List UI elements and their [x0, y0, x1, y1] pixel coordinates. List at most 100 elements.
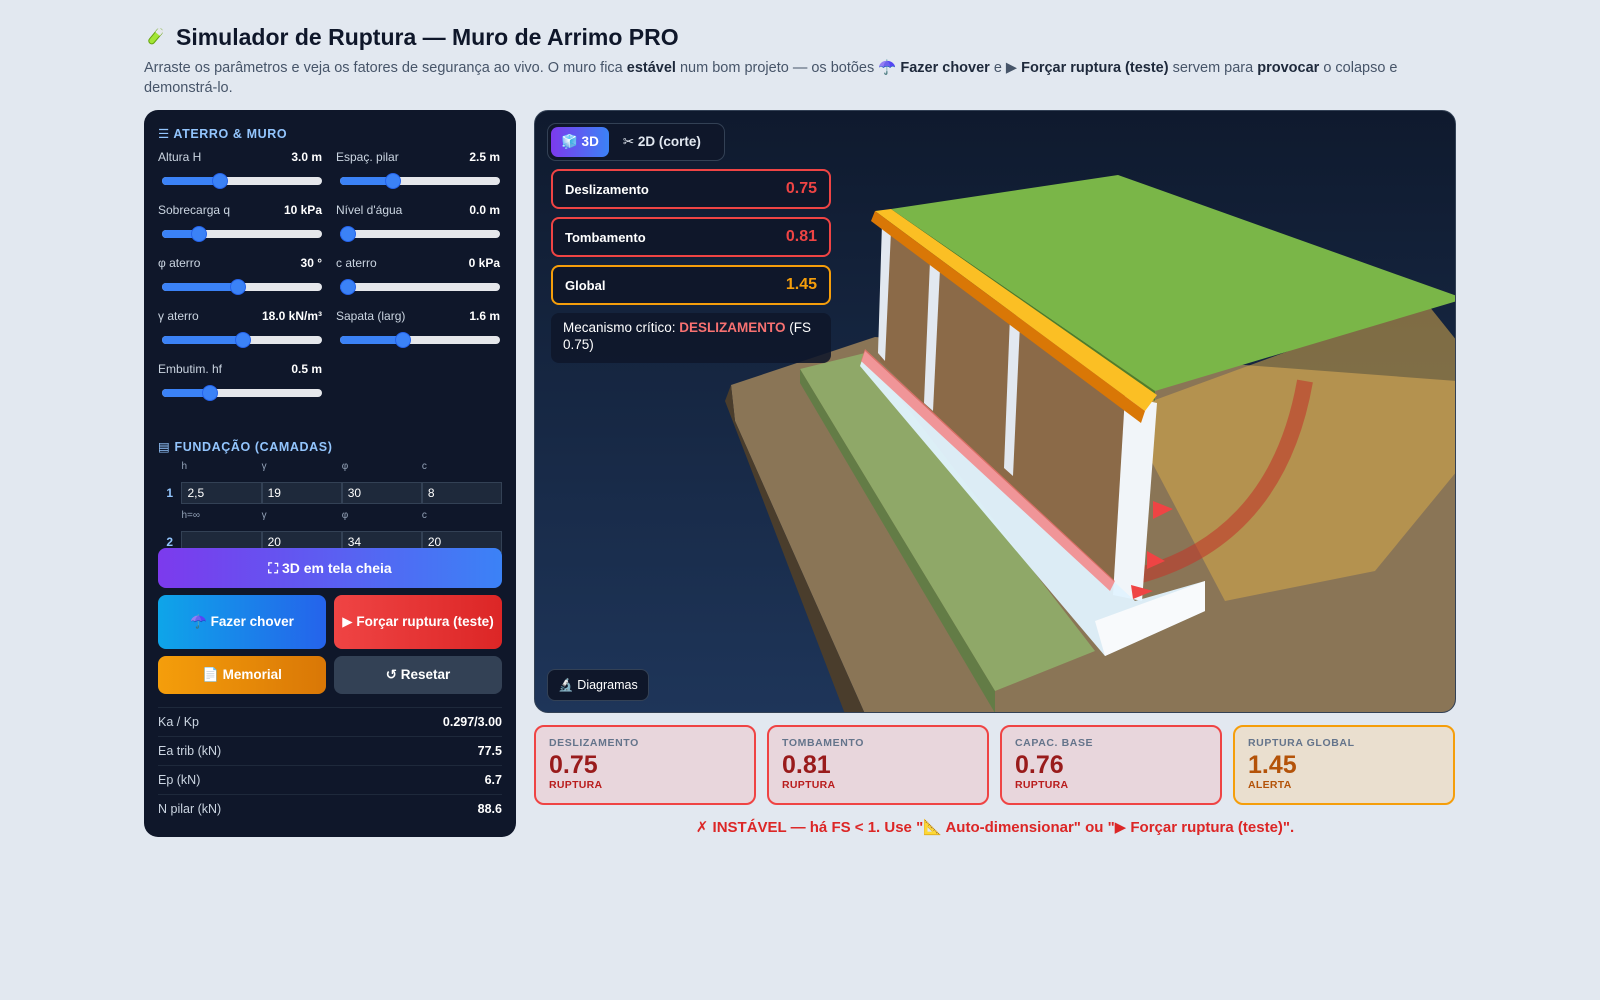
slider-value: 0 kPa [468, 256, 500, 270]
slider-label: Sapata (larg) [336, 309, 406, 323]
fs-summary-card: DESLIZAMENTO 0.75 RUPTURA [534, 725, 756, 805]
card-value: 0.76 [1015, 751, 1064, 779]
layer-field-label: φ [341, 510, 349, 521]
instability-message: ✗ INSTÁVEL — há FS < 1. Use "📐 Auto-dime… [695, 819, 1295, 836]
slider-value: 1.6 m [469, 309, 500, 323]
slider-track[interactable] [340, 336, 500, 344]
layer-field: h 2,5 [181, 461, 262, 504]
slider-label: Espaç. pilar [336, 150, 399, 164]
test-tube-icon [144, 26, 166, 48]
slider-value: 3.0 m [291, 150, 322, 164]
card-value: 0.75 [549, 751, 598, 779]
stat-value: 6.7 [484, 773, 502, 787]
force-failure-button[interactable]: ▶ Forçar ruptura (teste) [334, 595, 502, 649]
slider-thumb[interactable] [212, 173, 229, 189]
layer-input[interactable]: 8 [421, 482, 503, 504]
layer-field: c 20 [421, 510, 503, 553]
reset-button[interactable]: ↺ Resetar [334, 656, 502, 694]
slider-label: c aterro [336, 256, 377, 270]
card-status: ALERTA [1248, 779, 1292, 791]
slider-thumb[interactable] [229, 279, 246, 295]
slider-thumb[interactable] [340, 226, 356, 242]
fs-card-global: Global 1.45 [551, 265, 831, 305]
slider-track[interactable] [162, 230, 322, 238]
viewer-3d[interactable]: 🧊 3D ✂ 2D (corte) Deslizamento 0.75 Tomb… [534, 110, 1456, 713]
header: Simulador de Ruptura — Muro de Arrimo PR… [144, 20, 1464, 98]
foundation-layer-row: 1 h 2,5 γ 19 φ 30 c 8 [158, 461, 503, 504]
card-title: RUPTURA GLOBAL [1248, 737, 1355, 749]
slider-field: Nível d'água 0.0 m [336, 203, 500, 256]
layer-input[interactable]: 19 [261, 482, 342, 504]
layer-input[interactable]: 30 [341, 482, 422, 504]
stat-value: 0.297/3.00 [442, 715, 502, 729]
stat-value: 77.5 [477, 744, 502, 758]
stat-label: Ea trib (kN) [158, 744, 222, 758]
fullscreen-3d-button[interactable]: ⛶ 3D em tela cheia [158, 548, 502, 588]
slider-field: c aterro 0 kPa [336, 256, 500, 309]
page-title: Simulador de Ruptura — Muro de Arrimo PR… [144, 20, 1464, 54]
rain-button[interactable]: ☂️ Fazer chover [158, 595, 326, 649]
slider-value: 0.5 m [291, 362, 322, 376]
layer-field: h=∞ [181, 510, 262, 553]
diagrams-button[interactable]: 🔬 Diagramas [547, 669, 649, 701]
layer-field: c8 [421, 461, 503, 504]
slider-value: 10 kPa [283, 203, 322, 217]
layer-field-label: c [421, 461, 427, 472]
slider-label: γ aterro [158, 309, 199, 323]
tab-2d-corte[interactable]: ✂ 2D (corte) [613, 127, 711, 157]
slider-label: Sobrecarga q [158, 203, 231, 217]
slider-track[interactable] [340, 283, 500, 291]
slider-field: Sapata (larg) 1.6 m [336, 309, 500, 362]
fs-card-tombamento: Tombamento 0.81 [551, 217, 831, 257]
slider-thumb[interactable] [394, 332, 411, 348]
fs-summary-card: RUPTURA GLOBAL 1.45 ALERTA [1233, 725, 1455, 805]
layer-field-label: h=∞ [181, 510, 200, 521]
critical-mechanism: Mecanismo crítico: DESLIZAMENTO (FS 0.75… [551, 313, 831, 363]
slider-fill [340, 336, 403, 344]
layer-input[interactable]: 2,5 [181, 482, 262, 504]
layer-field: γ 20 [261, 510, 342, 553]
stat-label: N pilar (kN) [158, 802, 222, 816]
slider-label: Embutim. hf [158, 362, 223, 376]
tab-3d[interactable]: 🧊 3D [551, 127, 609, 157]
slider-thumb[interactable] [340, 279, 356, 295]
slider-track[interactable] [162, 177, 322, 185]
stat-row: Ea trib (kN) 77.5 [158, 736, 502, 765]
title-text: Simulador de Ruptura — Muro de Arrimo PR… [176, 23, 679, 50]
slider-value: 18.0 kN/m³ [261, 309, 322, 323]
card-status: RUPTURA [549, 779, 603, 791]
page-subtitle: Arraste os parâmetros e veja os fatores … [144, 60, 1398, 96]
slider-value: 30 ° [300, 256, 322, 270]
foundation-layers: 1 h 2,5 γ 19 φ 30 c 8 2 h=∞ γ 20 φ 34 c 20 [158, 461, 503, 553]
slider-thumb[interactable] [202, 385, 219, 401]
slider-track[interactable] [162, 389, 322, 397]
slider-field: Embutim. hf 0.5 m [158, 362, 322, 415]
card-title: TOMBAMENTO [782, 737, 865, 749]
slider-thumb[interactable] [384, 173, 401, 189]
fs-summary-card: CAPAC. BASE 0.76 RUPTURA [1000, 725, 1222, 805]
slider-track[interactable] [340, 177, 500, 185]
slider-track[interactable] [340, 230, 500, 238]
card-value: 0.81 [782, 751, 831, 779]
card-title: DESLIZAMENTO [549, 737, 639, 749]
foundation-layer-row: 2 h=∞ γ 20 φ 34 c 20 [158, 510, 503, 553]
memorial-button[interactable]: 📄 Memorial [158, 656, 326, 694]
stats-table: Ka / Kp 0.297/3.00 Ea trib (kN) 77.5 Ep (kN)… [158, 707, 502, 823]
card-title: CAPAC. BASE [1015, 737, 1094, 749]
slider-label: Altura H [158, 150, 202, 164]
stat-row: Ep (kN) 6.7 [158, 765, 502, 794]
slider-field: φ aterro 30 ° [158, 256, 322, 309]
layer-number: 1 [166, 486, 174, 500]
card-status: RUPTURA [782, 779, 836, 791]
slider-thumb[interactable] [190, 226, 207, 242]
slider-grid: Altura H 3.0 m Espaç. pilar 2.5 m Sobrecarga… [158, 150, 502, 415]
slider-label: φ aterro [158, 256, 201, 270]
stat-label: Ka / Kp [158, 715, 199, 729]
slider-fill [162, 283, 238, 291]
view-tabs: 🧊 3D ✂ 2D (corte) [547, 123, 725, 161]
slider-value: 2.5 m [469, 150, 500, 164]
layer-field-label: γ [261, 461, 267, 472]
slider-field: Altura H 3.0 m [158, 150, 322, 203]
slider-thumb[interactable] [235, 332, 252, 348]
layer-field: φ 30 [341, 461, 422, 504]
